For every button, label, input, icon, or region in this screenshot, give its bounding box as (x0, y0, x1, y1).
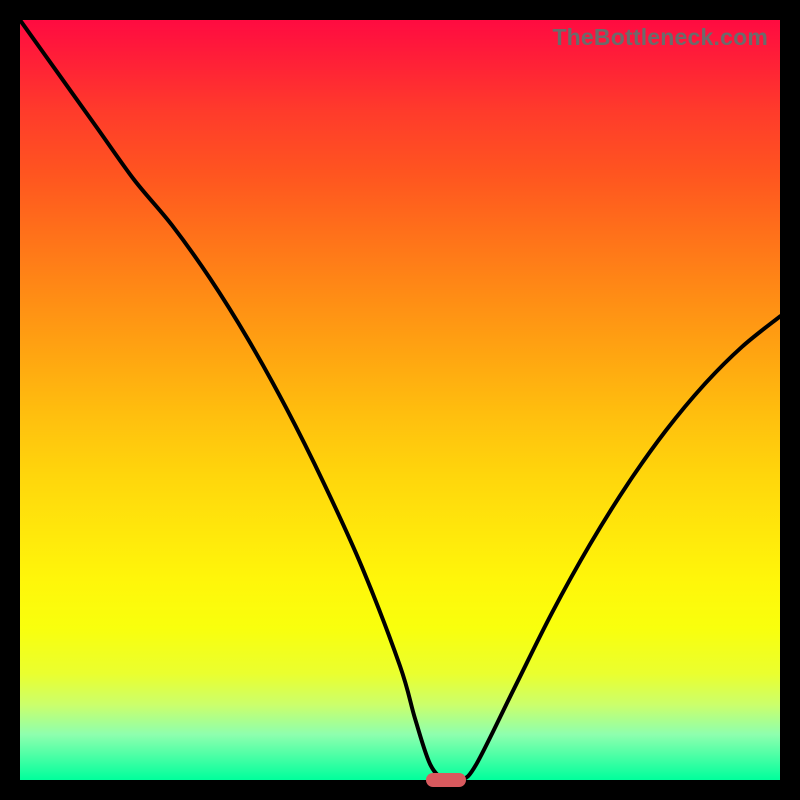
optimum-marker (426, 773, 466, 787)
plot-area: TheBottleneck.com (20, 20, 780, 780)
chart-container: TheBottleneck.com (0, 0, 800, 800)
bottleneck-curve (20, 20, 780, 780)
